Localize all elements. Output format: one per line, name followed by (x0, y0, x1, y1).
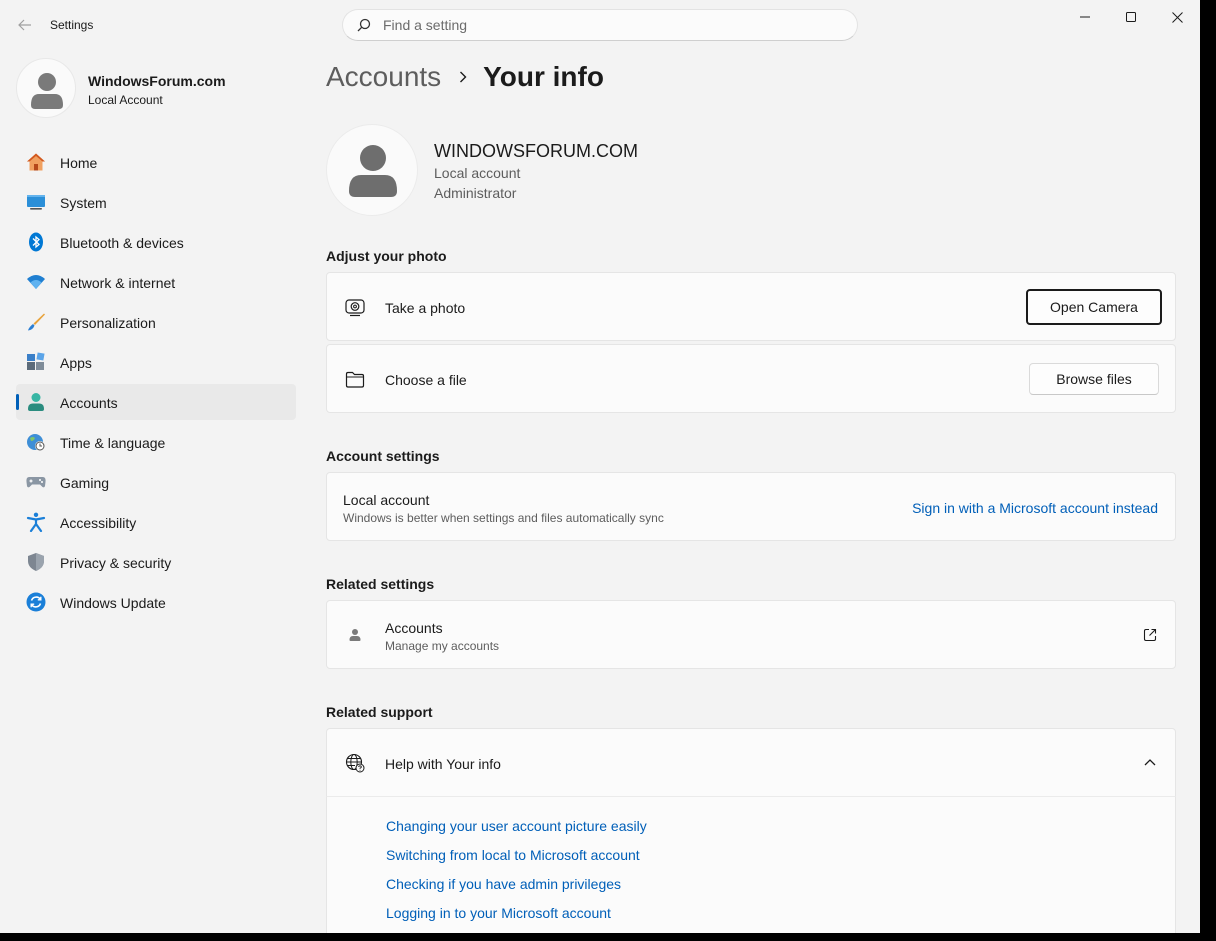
search-input[interactable] (383, 17, 823, 33)
user-name: WINDOWSFORUM.COM (434, 141, 638, 161)
support-link[interactable]: Logging in to your Microsoft account (386, 905, 611, 921)
gamepad-icon (26, 477, 46, 488)
sidebar-item-system[interactable]: System (16, 184, 296, 220)
support-link[interactable]: Checking if you have admin privileges (386, 876, 621, 892)
sidebar-item-label: Windows Update (60, 595, 166, 611)
breadcrumb: Accounts Your info (326, 60, 604, 94)
section-title-account-settings: Account settings (326, 448, 440, 464)
close-icon (1171, 11, 1183, 23)
sidebar-item-label: Home (60, 155, 98, 171)
back-button[interactable] (14, 14, 36, 36)
support-link[interactable]: Switching from local to Microsoft accoun… (386, 847, 640, 863)
bluetooth-icon (29, 232, 43, 252)
apps-icon (27, 352, 45, 370)
folder-icon (345, 371, 365, 388)
maximize-icon (1126, 12, 1136, 22)
help-expander-content: Changing your user account picture easil… (326, 796, 1176, 933)
accounts-icon (28, 393, 44, 411)
maximize-button[interactable] (1108, 0, 1154, 34)
sidebar-item-home[interactable]: Home (16, 144, 296, 180)
wifi-icon (27, 275, 45, 289)
choose-file-card: Choose a file Browse files (326, 344, 1176, 413)
external-link-icon (1143, 628, 1157, 642)
help-expander-title: Help with Your info (385, 756, 501, 772)
sidebar-item-label: Gaming (60, 475, 110, 491)
help-expander-header[interactable]: Help with Your info (326, 728, 1176, 797)
accounts-link-description: Manage my accounts (385, 639, 500, 653)
support-link[interactable]: Changing your user account picture easil… (386, 818, 647, 834)
sidebar-item-label: Accounts (60, 395, 118, 411)
chevron-right-icon (459, 71, 467, 83)
sidebar-item-bluetooth[interactable]: Bluetooth & devices (16, 224, 296, 260)
open-camera-button[interactable]: Open Camera (1026, 289, 1162, 325)
app-title: Settings (50, 18, 94, 32)
user-avatar (326, 124, 418, 216)
sidebar-item-gaming[interactable]: Gaming (16, 464, 296, 500)
system-icon (27, 195, 45, 210)
sidebar-item-label: Privacy & security (60, 555, 172, 571)
chevron-up-icon[interactable] (1144, 758, 1156, 766)
avatar (16, 58, 76, 118)
user-avatar-icon (31, 73, 63, 109)
close-button[interactable] (1154, 0, 1200, 34)
take-photo-label: Take a photo (385, 300, 466, 316)
user-account-type: Local account (434, 165, 521, 181)
sidebar-item-personalization[interactable]: Personalization (16, 304, 296, 340)
minimize-icon (1080, 16, 1090, 18)
sidebar-item-windows-update[interactable]: Windows Update (16, 584, 296, 620)
back-arrow-icon (18, 19, 31, 31)
camera-icon (345, 299, 365, 317)
section-title-adjust-photo: Adjust your photo (326, 248, 447, 264)
sidebar-item-label: System (60, 195, 107, 211)
profile-name: WindowsForum.com (88, 73, 226, 89)
update-icon (26, 592, 46, 612)
globe-clock-icon (27, 434, 45, 451)
sidebar-item-label: Accessibility (60, 515, 137, 531)
breadcrumb-parent[interactable]: Accounts (326, 60, 441, 94)
page-title: Your info (483, 61, 604, 92)
sidebar-item-label: Personalization (60, 315, 156, 331)
take-photo-card: Take a photo Open Camera (326, 272, 1176, 341)
sign-in-microsoft-link[interactable]: Sign in with a Microsoft account instead (912, 500, 1158, 516)
brush-icon (28, 313, 45, 331)
home-icon (27, 153, 45, 171)
sidebar-item-network[interactable]: Network & internet (16, 264, 296, 300)
title-bar: Settings (0, 0, 1200, 50)
accounts-link-card[interactable]: Accounts Manage my accounts (326, 600, 1176, 669)
search-icon (357, 18, 371, 32)
accounts-link-title: Accounts (385, 620, 443, 636)
local-account-description: Windows is better when settings and file… (343, 511, 664, 525)
sidebar-item-label: Network & internet (60, 275, 176, 291)
user-avatar-icon (349, 145, 397, 197)
sidebar-item-accessibility[interactable]: Accessibility (16, 504, 296, 540)
search-box[interactable] (342, 9, 858, 41)
sidebar-item-apps[interactable]: Apps (16, 344, 296, 380)
sidebar-item-label: Apps (60, 355, 92, 371)
help-globe-icon (345, 753, 365, 773)
local-account-title: Local account (343, 492, 430, 508)
choose-file-label: Choose a file (385, 372, 467, 388)
person-icon (349, 629, 361, 641)
browse-files-button[interactable]: Browse files (1029, 363, 1159, 395)
local-account-card: Local account Windows is better when set… (326, 472, 1176, 541)
minimize-button[interactable] (1062, 0, 1108, 34)
sidebar-item-time-language[interactable]: Time & language (16, 424, 296, 460)
sidebar-item-privacy-security[interactable]: Privacy & security (16, 544, 296, 580)
section-title-related-support: Related support (326, 704, 433, 720)
sidebar-nav: Home System Bluetooth & devices Network … (16, 144, 296, 624)
sidebar-item-label: Time & language (60, 435, 166, 451)
sidebar-item-accounts[interactable]: Accounts (16, 384, 296, 420)
user-role: Administrator (434, 185, 517, 201)
sidebar-item-label: Bluetooth & devices (60, 235, 184, 251)
accessibility-icon (26, 512, 46, 532)
sidebar-profile[interactable]: WindowsForum.com Local Account (16, 58, 296, 118)
shield-icon (28, 553, 44, 571)
profile-account-type: Local Account (88, 93, 163, 107)
section-title-related-settings: Related settings (326, 576, 435, 592)
settings-window: Settings WindowsForum.com Local Account … (0, 0, 1200, 933)
